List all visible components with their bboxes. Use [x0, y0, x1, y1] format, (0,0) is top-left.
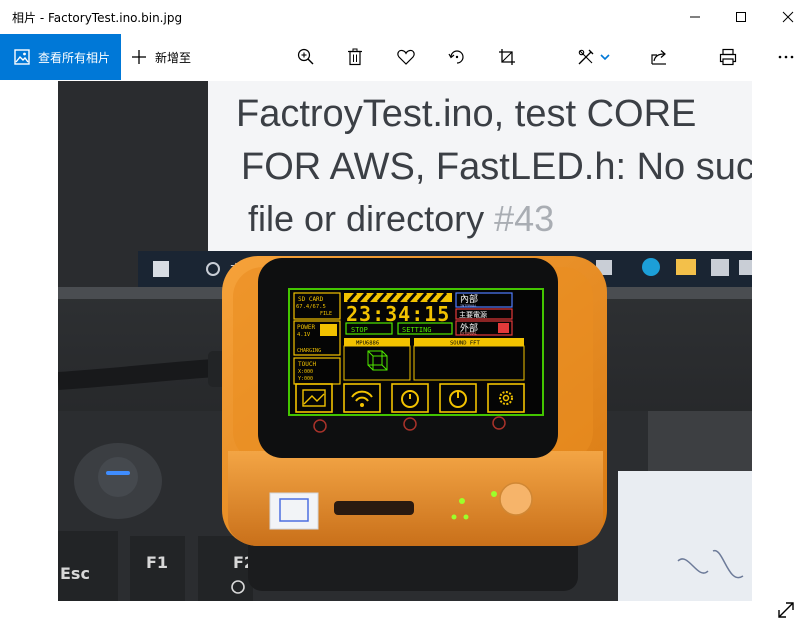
lcd-external: EXTERNAL: [460, 332, 477, 336]
screen-heading-file: file or directory: [248, 198, 484, 239]
add-to-label: 新增至: [155, 50, 192, 65]
folder-icon: [676, 259, 696, 275]
lcd-sd-card: SD CARD: [298, 296, 324, 303]
windows-start-icon: [153, 261, 169, 277]
expand-icon: [778, 602, 794, 618]
maximize-button[interactable]: [718, 0, 764, 34]
chevron-down-icon: [600, 54, 610, 61]
lcd-internal: INTERNAL: [460, 304, 477, 308]
rotate-icon: [448, 50, 464, 64]
window-title: 相片 - FactoryTest.ino.bin.jpg: [12, 11, 183, 25]
zoom-button[interactable]: [286, 34, 326, 80]
more-icon: [778, 55, 794, 59]
more-button[interactable]: [766, 34, 806, 80]
lcd-stop: STOP: [351, 326, 368, 334]
lcd-charging: CHARGING: [297, 348, 321, 354]
lcd-touch: TOUCH: [298, 361, 316, 368]
photo-viewer[interactable]: FactroyTest.ino, test CORE FOR AWS, Fast…: [58, 81, 752, 601]
rotate-button[interactable]: [437, 34, 477, 80]
lcd-power: POWER: [297, 324, 315, 331]
screen-heading-line3: file or directory #43: [248, 198, 554, 239]
lcd-main-power: 主要電源: [459, 310, 487, 319]
all-photos-button[interactable]: 查看所有相片: [0, 34, 121, 80]
screen-heading-issue: #43: [494, 198, 554, 239]
close-icon: [782, 11, 794, 23]
lcd-touch-y: Y:000: [298, 376, 313, 382]
lcd-touch-x: X:000: [298, 369, 313, 375]
key-f1: F1: [146, 553, 168, 572]
crop-button[interactable]: [487, 34, 527, 80]
close-button[interactable]: [765, 0, 811, 34]
toolbar: 查看所有相片 新增至: [0, 34, 811, 80]
favorite-button[interactable]: [386, 34, 426, 80]
key-esc: Esc: [60, 564, 90, 583]
lcd-setting: SETTING: [402, 326, 432, 334]
all-photos-label: 查看所有相片: [38, 50, 111, 65]
screen-heading-line2: FOR AWS, FastLED.h: No such: [241, 146, 752, 188]
edge-icon: [642, 258, 660, 276]
crop-icon: [499, 49, 515, 65]
add-to-button[interactable]: 新增至: [131, 34, 191, 80]
minimize-icon: [690, 16, 700, 18]
lcd-sd-ver: 67.4/67.5: [296, 304, 326, 310]
lcd-power-volt: 4.1V: [297, 332, 311, 338]
print-button[interactable]: [708, 34, 748, 80]
photo-image: FactroyTest.ino, test CORE FOR AWS, Fast…: [58, 81, 752, 601]
zoom-icon: [297, 48, 314, 65]
delete-button[interactable]: [335, 34, 375, 80]
store-icon: [711, 259, 729, 276]
lcd-clock: 23:34:15: [346, 302, 450, 326]
minimize-button[interactable]: [672, 0, 718, 34]
maximize-icon: [736, 12, 746, 22]
delete-icon: [348, 48, 362, 66]
mail-icon: [739, 260, 752, 275]
edit-dropdown-button[interactable]: [590, 34, 620, 80]
lcd-sd-file: FILE: [320, 311, 332, 317]
print-icon: [719, 48, 737, 66]
title-bar: 相片 - FactoryTest.ino.bin.jpg: [0, 0, 811, 34]
plus-icon: [132, 50, 146, 64]
expand-button[interactable]: [772, 596, 800, 624]
screen-heading-line1: FactroyTest.ino, test CORE: [236, 93, 696, 135]
favorite-icon: [397, 49, 415, 65]
share-icon: [651, 50, 666, 65]
share-button[interactable]: [639, 34, 679, 80]
photo-icon: [14, 49, 30, 65]
